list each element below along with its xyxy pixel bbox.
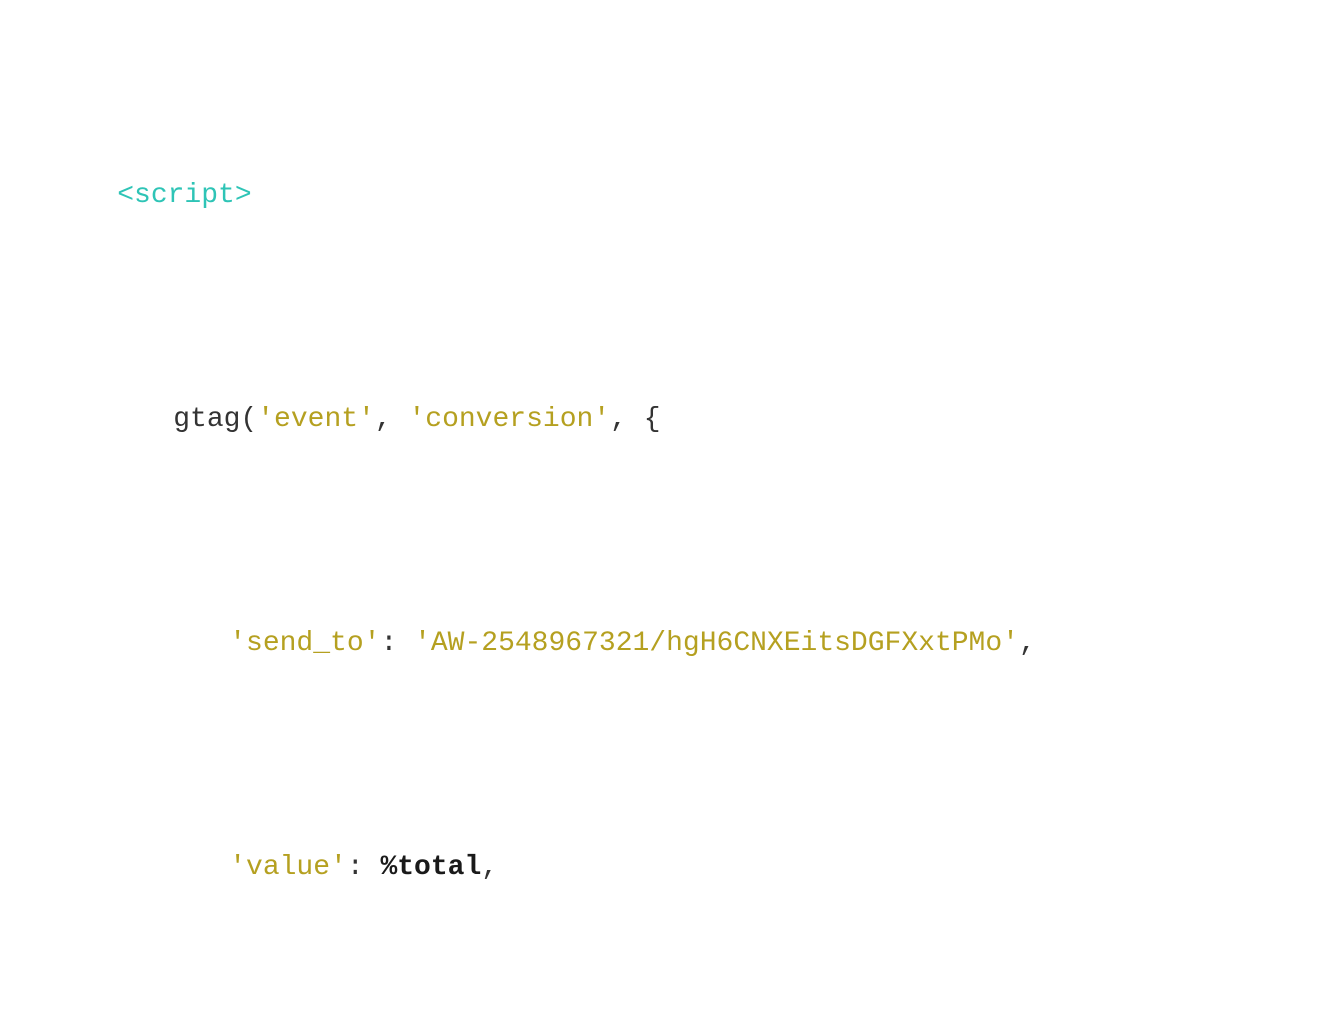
send-to-value: 'AW-2548967321/hgH6CNXEitsDGFXxtPMo' (414, 628, 1019, 659)
comma4: , (481, 852, 498, 883)
comma1: , (375, 404, 409, 435)
colon2: : (347, 852, 381, 883)
line-gtag: gtag('event', 'conversion', { (50, 354, 1281, 488)
comma3: , (1019, 628, 1036, 659)
script-open-tag: <script> (117, 180, 251, 211)
send-to-key: 'send_to' (229, 628, 380, 659)
comma2: , { (610, 404, 660, 435)
line-send-to: 'send_to': 'AW-2548967321/hgH6CNXEitsDGF… (50, 578, 1281, 712)
event-value: 'conversion' (408, 404, 610, 435)
line-currency: 'currency': 'GBP', (50, 1026, 1281, 1030)
gtag-call: gtag( (173, 404, 257, 435)
colon1: : (380, 628, 414, 659)
event-key: 'event' (257, 404, 375, 435)
value-key: 'value' (229, 852, 347, 883)
code-block: <script> gtag('event', 'conversion', { '… (50, 40, 1281, 1030)
value-var: %total (380, 852, 481, 883)
line-value: 'value': %total, (50, 802, 1281, 936)
line-open-script: <script> (50, 130, 1281, 264)
